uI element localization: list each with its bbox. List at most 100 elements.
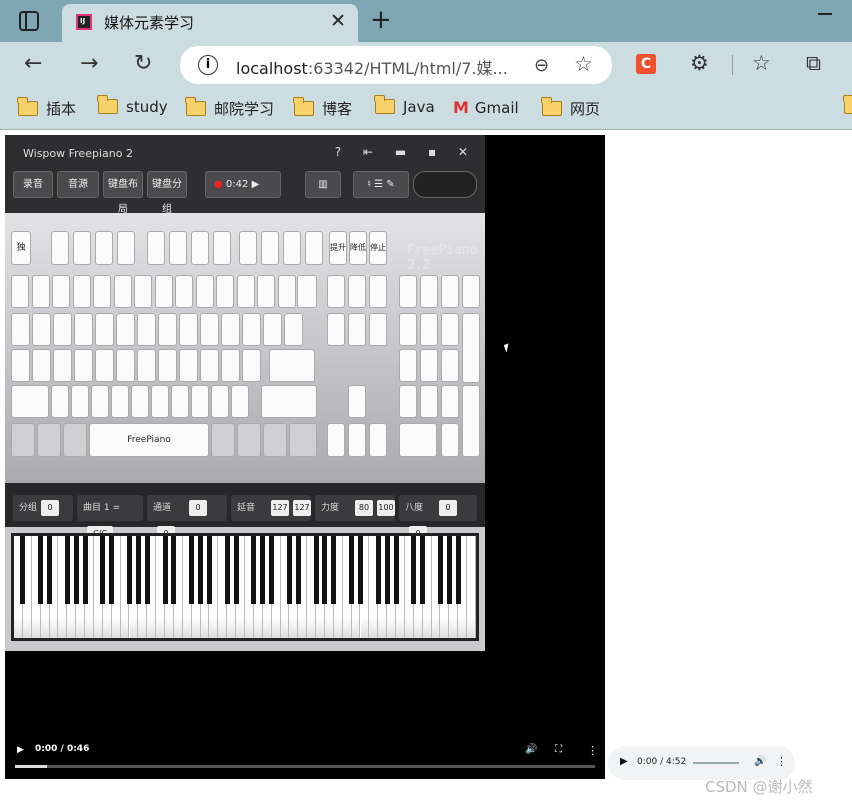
bookmark-folder[interactable]: 博客 xyxy=(293,97,353,120)
control-label: 延音 xyxy=(237,503,256,513)
folder-icon xyxy=(293,97,314,116)
key-cap xyxy=(327,275,345,308)
control-group: 力度 80 100 xyxy=(315,495,396,521)
fullscreen-icon[interactable]: ⛶ xyxy=(555,744,562,755)
more-options-icon[interactable]: ⋮ xyxy=(587,744,598,757)
key-cap xyxy=(134,275,152,308)
piano-black-key xyxy=(286,536,292,604)
key-cap xyxy=(399,275,417,308)
key-cap xyxy=(277,275,296,308)
active-tab[interactable]: 媒体元素学习 ✕ xyxy=(62,4,358,42)
key-cap xyxy=(191,385,209,418)
address-bar[interactable]: i localhost:63342/HTML/html/7.媒... ⊖ ☆ xyxy=(180,46,612,84)
key-cap xyxy=(263,423,287,457)
key-cap xyxy=(11,385,49,418)
key-cap xyxy=(52,275,70,308)
url-text[interactable]: localhost:63342/HTML/html/7.媒... xyxy=(236,55,508,79)
audio-player[interactable]: ▶ 0:00 / 4:52 🔊 ⋮ xyxy=(608,746,795,780)
back-icon[interactable]: ← xyxy=(24,51,42,76)
bookmark-gmail[interactable]: M Gmail xyxy=(453,98,519,120)
bookmark-overflow[interactable] xyxy=(843,95,852,120)
piano-title: Wispow Freepiano 2 xyxy=(23,147,133,160)
piano-black-key xyxy=(144,536,150,604)
piano-black-key xyxy=(411,536,417,604)
close-icon[interactable]: ✕ xyxy=(330,10,346,32)
tab-actions-icon[interactable] xyxy=(19,11,39,31)
mouse-cursor-icon xyxy=(503,343,512,353)
key-cap xyxy=(11,275,29,308)
piano-black-key xyxy=(455,536,461,604)
info-icon[interactable]: i xyxy=(198,55,218,75)
bookmark-label: 博客 xyxy=(322,100,353,118)
key-cap xyxy=(147,231,165,265)
play-icon[interactable]: ▶ xyxy=(17,745,24,755)
piano-tools-icon: ♮ ☰ ✎ xyxy=(353,171,409,198)
video-progress-track[interactable] xyxy=(15,765,595,768)
piano-black-key xyxy=(64,536,70,604)
extension-c-icon[interactable]: C xyxy=(636,54,656,74)
key-cap xyxy=(420,275,438,308)
key-cap xyxy=(441,385,459,418)
intellij-favicon-icon xyxy=(76,14,92,30)
zoom-out-icon[interactable]: ⊖ xyxy=(534,55,549,76)
bookmark-folder[interactable]: 插本 xyxy=(17,97,76,120)
video-player[interactable]: Wispow Freepiano 2 ? ⇤ ▬ ▪ ✕ 录音 音源 键盘布局 … xyxy=(5,135,605,779)
forward-icon[interactable]: → xyxy=(80,51,98,76)
new-tab-icon[interactable]: + xyxy=(370,5,392,35)
piano-black-key xyxy=(295,536,301,604)
audio-progress-track[interactable] xyxy=(693,762,739,764)
key-cap xyxy=(216,275,234,308)
key-cap xyxy=(441,313,459,346)
key-cap xyxy=(151,385,169,418)
bookmark-folder[interactable]: 网页 xyxy=(541,97,600,120)
key-cap xyxy=(179,313,198,346)
piano-black-key xyxy=(375,536,381,604)
control-group: 八度00 xyxy=(399,495,477,542)
piano-black-key xyxy=(198,536,204,604)
key-cap xyxy=(348,313,366,346)
bookmark-folder[interactable]: Java xyxy=(374,95,435,120)
key-cap xyxy=(399,423,437,457)
more-options-icon[interactable]: ⋮ xyxy=(776,755,787,768)
piano-recorder: ● 0:42 ▶ xyxy=(205,171,281,198)
refresh-icon[interactable]: ↻ xyxy=(134,51,152,76)
piano-black-key xyxy=(437,536,443,604)
volume-icon[interactable]: 🔊 xyxy=(754,756,766,767)
folder-icon xyxy=(541,97,562,116)
key-cap xyxy=(37,423,61,457)
key-cap xyxy=(117,231,135,265)
piano-black-key xyxy=(269,536,275,604)
key-cap xyxy=(348,275,366,308)
tab-bar: 媒体元素学习 ✕ + xyxy=(0,0,852,42)
piano-button: 键盘分组 xyxy=(147,171,187,215)
key-cap xyxy=(369,275,387,308)
favorites-icon[interactable]: ☆ xyxy=(752,51,771,75)
piano-black-key xyxy=(135,536,141,604)
key-cap xyxy=(195,275,214,308)
bookmark-label: study xyxy=(126,98,168,116)
extensions-puzzle-icon[interactable]: ⚙ xyxy=(690,51,709,75)
bookmarks-bar: 插本 study 邮院学习 博客 Java M Gmail 网页 xyxy=(0,88,852,130)
bookmark-folder[interactable]: study xyxy=(97,95,168,120)
video-buffered-bar xyxy=(15,765,47,768)
key-cap xyxy=(462,385,480,457)
control-group: 通道00 xyxy=(147,495,227,542)
key-cap: 降低 xyxy=(349,231,367,265)
bookmark-label: Gmail xyxy=(474,99,519,117)
key-cap xyxy=(221,313,240,346)
key-cap xyxy=(95,231,113,265)
key-cap xyxy=(462,275,480,308)
key-cap xyxy=(420,313,438,346)
key-cap xyxy=(221,349,240,382)
video-frame: Wispow Freepiano 2 ? ⇤ ▬ ▪ ✕ 录音 音源 键盘布局 … xyxy=(5,135,485,651)
play-icon[interactable]: ▶ xyxy=(620,756,628,767)
piano-black-key xyxy=(349,536,355,604)
control-group: 分组 0 xyxy=(13,495,73,521)
collections-icon[interactable]: ⧉ xyxy=(806,51,821,76)
tab-title: 媒体元素学习 xyxy=(104,14,195,32)
key-cap xyxy=(399,313,417,346)
add-favorite-icon[interactable]: ☆ xyxy=(574,52,593,76)
volume-icon[interactable]: 🔊 xyxy=(525,744,537,755)
bookmark-folder[interactable]: 邮院学习 xyxy=(185,97,274,120)
minimize-icon[interactable] xyxy=(818,13,832,15)
